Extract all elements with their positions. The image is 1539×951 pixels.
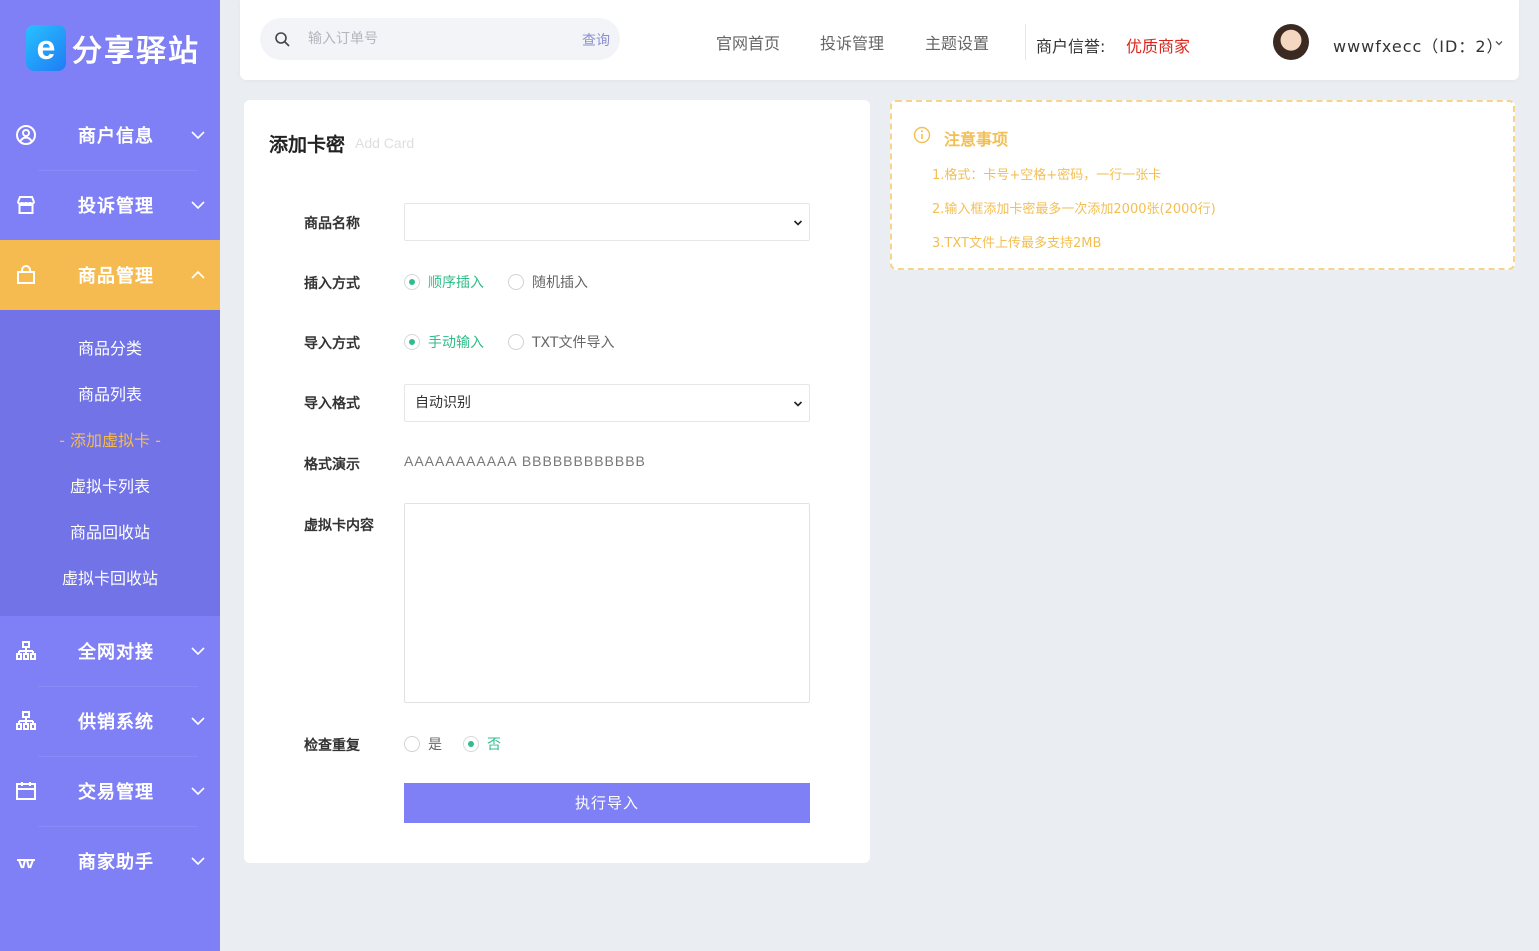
nav-item-products[interactable]: 商品管理: [0, 240, 220, 310]
check-duplicate-label: 检查重复: [304, 738, 360, 754]
chevron-down-icon: [191, 131, 205, 140]
credit-value: 优质商家: [1126, 37, 1191, 56]
insert-mode-label: 插入方式: [304, 276, 360, 292]
products-submenu: 商品分类 商品列表 - 添加虚拟卡 - 虚拟卡列表 商品回收站 虚拟卡回收站: [0, 310, 220, 616]
network-icon: [14, 639, 38, 663]
nav-item-label: 交易管理: [78, 782, 154, 803]
nav-item-complaints[interactable]: 投诉管理: [0, 170, 220, 240]
nav-item-label: 商家助手: [78, 852, 154, 873]
shop-icon: [14, 193, 38, 217]
chevron-down-icon: [793, 220, 803, 226]
import-format-select[interactable]: 自动识别: [404, 384, 810, 422]
submenu-item-add-virtual-card[interactable]: - 添加虚拟卡 -: [0, 426, 220, 456]
nav-item-merchant-info[interactable]: 商户信息: [0, 100, 220, 170]
format-demo-text: AAAAAAAAAAA BBBBBBBBBBBB: [404, 453, 646, 469]
notice-title: 注意事项: [944, 130, 1009, 149]
search-icon: [275, 32, 290, 47]
submenu-item-card-recycle[interactable]: 虚拟卡回收站: [0, 564, 220, 594]
nav-link-home[interactable]: 官网首页: [716, 30, 780, 54]
import-format-value: 自动识别: [415, 395, 471, 411]
nav-item-label: 全网对接: [78, 642, 154, 663]
nav-item-helper[interactable]: 商家助手: [0, 826, 220, 896]
radio-dot: [404, 736, 420, 752]
order-search-input[interactable]: [308, 28, 538, 50]
calendar-icon: [14, 779, 38, 803]
page-title: 添加卡密: [269, 134, 346, 156]
chevron-down-icon: [191, 647, 205, 656]
chevron-down-icon: [191, 201, 205, 210]
product-name-label: 商品名称: [304, 216, 360, 232]
radio-label: 顺序插入: [428, 275, 484, 291]
execute-import-button[interactable]: 执行导入: [404, 783, 810, 823]
radio-dot: [404, 274, 420, 290]
radio-label: 否: [487, 737, 501, 753]
radio-dot: [508, 274, 524, 290]
avatar[interactable]: [1273, 24, 1309, 60]
sidebar: e 分享驿站 商户信息 投诉管理 商品管理 商品分类 商品列表 - 添加虚拟卡 …: [0, 0, 220, 951]
nav-item-label: 商品管理: [78, 266, 154, 287]
nav-link-complaints[interactable]: 投诉管理: [820, 30, 884, 54]
credit-label: 商户信誉:: [1036, 37, 1106, 56]
order-search: 查询: [260, 18, 620, 60]
chevron-down-icon[interactable]: [1494, 38, 1504, 48]
radio-random-insert[interactable]: 随机插入: [508, 272, 588, 292]
nav-item-transactions[interactable]: 交易管理: [0, 756, 220, 826]
radio-label: 随机插入: [532, 275, 588, 291]
username[interactable]: wwwfxecc（ID：2）: [1333, 33, 1504, 57]
bag-icon: [14, 263, 38, 287]
logo-text: 分享驿站: [72, 33, 200, 69]
radio-check-yes[interactable]: 是: [404, 734, 442, 754]
radio-sequential-insert[interactable]: 顺序插入: [404, 272, 484, 292]
card-content-textarea[interactable]: [404, 503, 810, 703]
nav-item-distribution[interactable]: 供销系统: [0, 686, 220, 756]
notice-line: 1.格式：卡号+空格+密码，一行一张卡: [932, 168, 1162, 183]
chevron-up-icon: [191, 270, 205, 279]
chevron-down-icon: [793, 401, 803, 407]
radio-label: 手动输入: [428, 335, 484, 351]
top-header: 查询 官网首页 投诉管理 主题设置 商户信誉: 优质商家 wwwfxecc（ID…: [240, 0, 1519, 80]
radio-txt-import[interactable]: TXT文件导入: [508, 332, 614, 352]
nav-item-label: 投诉管理: [78, 196, 154, 217]
page-subtitle: Add Card: [355, 135, 415, 151]
nav-item-network[interactable]: 全网对接: [0, 616, 220, 686]
card-content-label: 虚拟卡内容: [304, 518, 374, 534]
radio-dot: [404, 334, 420, 350]
radio-label: TXT文件导入: [532, 335, 615, 351]
nav-item-label: 商户信息: [78, 126, 154, 147]
chevron-down-icon: [191, 787, 205, 796]
radio-dot: [463, 736, 479, 752]
search-button[interactable]: 查询: [582, 30, 610, 50]
info-icon: [913, 126, 931, 144]
nav-item-label: 供销系统: [78, 712, 154, 733]
notice-panel: 注意事项 1.格式：卡号+空格+密码，一行一张卡 2.输入框添加卡密最多一次添加…: [890, 100, 1515, 270]
chevron-down-icon: [191, 717, 205, 726]
radio-dot: [508, 334, 524, 350]
helper-icon: [14, 849, 38, 873]
radio-check-no[interactable]: 否: [463, 734, 501, 754]
chevron-down-icon: [191, 857, 205, 866]
nav-link-theme[interactable]: 主题设置: [925, 30, 989, 54]
notice-line: 3.TXT文件上传最多支持2MB: [932, 236, 1102, 251]
add-card-form: 添加卡密 Add Card 商品名称 插入方式 顺序插入 随机插入 导入方式 手…: [244, 100, 870, 863]
network-icon: [14, 709, 38, 733]
submenu-item-product-list[interactable]: 商品列表: [0, 380, 220, 410]
radio-label: 是: [428, 737, 442, 753]
user-circle-icon: [14, 123, 38, 147]
logo-mark: e: [26, 24, 66, 71]
header-divider: [1025, 24, 1026, 60]
submenu-item-virtual-card-list[interactable]: 虚拟卡列表: [0, 472, 220, 502]
radio-manual-input[interactable]: 手动输入: [404, 332, 484, 352]
submenu-item-product-recycle[interactable]: 商品回收站: [0, 518, 220, 548]
submenu-item-categories[interactable]: 商品分类: [0, 334, 220, 364]
format-demo-label: 格式演示: [304, 457, 360, 473]
import-format-label: 导入格式: [304, 396, 360, 412]
logo[interactable]: e 分享驿站: [0, 0, 220, 95]
notice-line: 2.输入框添加卡密最多一次添加2000张(2000行): [932, 202, 1216, 217]
import-mode-label: 导入方式: [304, 336, 360, 352]
product-name-select[interactable]: [404, 203, 810, 241]
